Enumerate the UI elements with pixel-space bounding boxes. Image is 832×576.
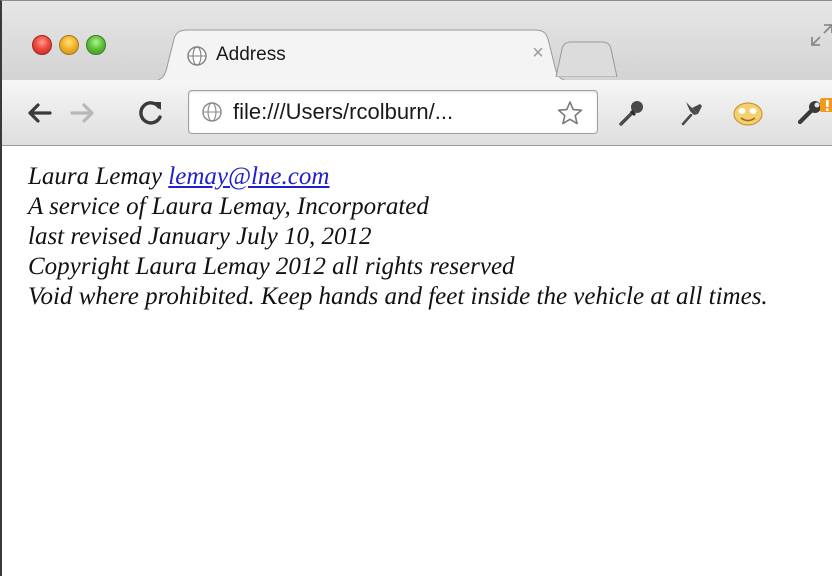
forward-button[interactable] (68, 98, 98, 128)
back-button[interactable] (24, 98, 54, 128)
address-bar[interactable]: file:///Users/rcolburn/... (188, 90, 598, 134)
author-line: Laura Lemay lemay@lne.com (28, 162, 828, 192)
wrench-icon (797, 98, 832, 125)
close-window-button[interactable] (32, 35, 52, 55)
address-line: Void where prohibited. Keep hands and fe… (28, 283, 768, 310)
address-line: A service of Laura Lemay, Incorporated (28, 193, 429, 220)
pin-extension-button[interactable] (678, 98, 708, 128)
tab-strip: Address × (2, 1, 832, 81)
reload-button[interactable] (136, 98, 166, 128)
tab-shape (152, 29, 570, 81)
smiley-extension-button[interactable] (732, 98, 763, 128)
star-icon[interactable] (557, 100, 583, 126)
email-link[interactable]: lemay@lne.com (168, 163, 329, 190)
globe-icon (186, 45, 208, 67)
address-line: last revised January July 10, 2012 (28, 223, 372, 250)
browser-toolbar: file:///Users/rcolburn/... (2, 80, 832, 146)
pin-icon (681, 102, 702, 126)
minimize-window-button[interactable] (59, 35, 79, 55)
tab-address[interactable]: Address × (152, 29, 570, 81)
reload-icon (139, 101, 162, 125)
new-tab-button[interactable] (554, 39, 620, 78)
eyedropper-icon (619, 101, 643, 126)
close-tab-icon[interactable]: × (528, 42, 548, 64)
fullscreen-icon[interactable] (810, 23, 832, 47)
eyedropper-extension-button[interactable] (616, 98, 646, 128)
address-line: Copyright Laura Lemay 2012 all rights re… (28, 253, 515, 280)
tab-title: Address (216, 44, 286, 65)
arrow-right-icon (70, 103, 94, 123)
url-text[interactable]: file:///Users/rcolburn/... (233, 99, 453, 125)
arrow-left-icon (28, 103, 52, 123)
smiley-extension-icon (733, 102, 763, 126)
browser-window: Address × file:///Users/rcolburn/... Lau… (0, 0, 832, 576)
author-name: Laura Lemay (28, 163, 163, 190)
globe-icon (201, 101, 223, 123)
address-block: Laura Lemay lemay@lne.com A service of L… (28, 162, 828, 312)
menu-button[interactable] (794, 98, 832, 128)
zoom-window-button[interactable] (86, 35, 106, 55)
